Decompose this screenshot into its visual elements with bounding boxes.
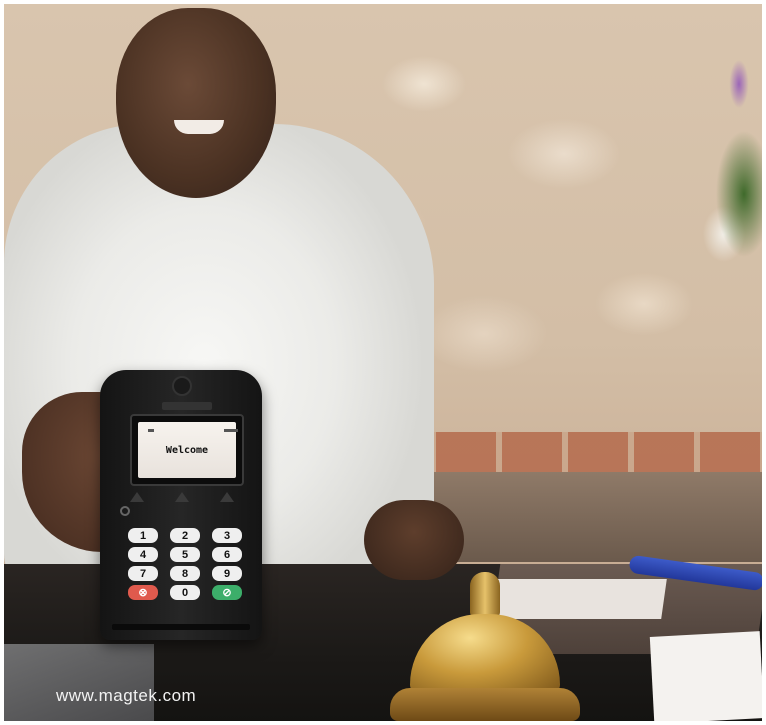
key-2: 2 [170, 528, 200, 543]
power-icon [120, 506, 130, 516]
card-slot [112, 624, 250, 630]
battery-icon [224, 429, 238, 432]
terminal-welcome-text: Welcome [165, 444, 209, 456]
soft-key-left [130, 492, 144, 502]
paper-sheet [649, 631, 762, 721]
soft-key-middle [175, 492, 189, 502]
soft-key-right [220, 492, 234, 502]
key-0: 0 [170, 585, 200, 600]
key-5: 5 [170, 547, 200, 562]
laptop [4, 644, 154, 721]
service-bell [390, 572, 580, 721]
right-hand [364, 500, 464, 580]
person-smile [174, 120, 224, 134]
key-9: 9 [212, 566, 242, 581]
terminal-screen-frame: Welcome [130, 414, 244, 486]
terminal-screen: Welcome [138, 422, 238, 478]
key-8: 8 [170, 566, 200, 581]
photo-scene: Welcome 1 2 3 4 5 6 7 8 9 ⊗ 0 ⊘ www.magt… [0, 0, 766, 725]
key-4: 4 [128, 547, 158, 562]
bell-knob [470, 572, 500, 618]
key-7: 7 [128, 566, 158, 581]
terminal-soft-keys [130, 492, 234, 502]
terminal-top-button [172, 376, 192, 396]
terminal-keypad: 1 2 3 4 5 6 7 8 9 ⊗ 0 ⊘ [128, 528, 242, 600]
bell-dome [410, 614, 560, 694]
key-6: 6 [212, 547, 242, 562]
terminal-brand-plate [162, 402, 212, 410]
flower-plant [654, 34, 762, 294]
terminal-status-bar [148, 429, 238, 433]
cancel-key-icon: ⊗ [128, 585, 158, 600]
payment-terminal: Welcome 1 2 3 4 5 6 7 8 9 ⊗ 0 ⊘ [100, 370, 262, 640]
key-3: 3 [212, 528, 242, 543]
website-watermark: www.magtek.com [56, 686, 197, 705]
enter-key-icon: ⊘ [212, 585, 242, 600]
signal-icon [148, 429, 154, 432]
person-head [116, 8, 276, 198]
bell-base [390, 688, 580, 721]
key-1: 1 [128, 528, 158, 543]
